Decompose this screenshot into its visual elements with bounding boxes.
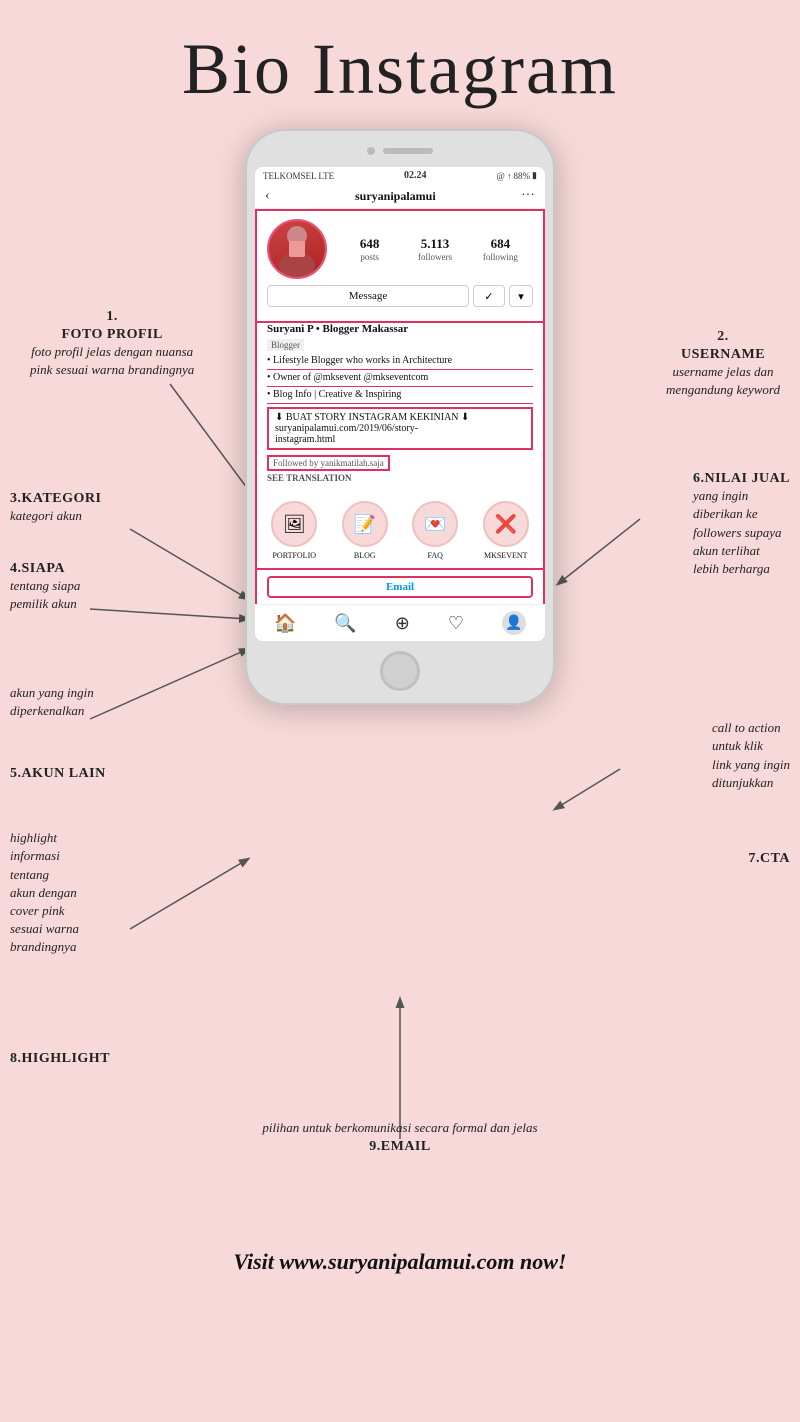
- highlight-faq-circle: 💌: [412, 501, 458, 547]
- bio-cta: ⬇ BUAT STORY INSTAGRAM KEKINIAN ⬇ suryan…: [267, 407, 533, 450]
- annotation-kategori: 3.KATEGORI kategori akun: [10, 489, 101, 525]
- bio-category: Blogger: [267, 339, 304, 351]
- avatar-svg: [269, 221, 325, 277]
- bio-section: Suryani P • Blogger Makassar Blogger • L…: [255, 323, 545, 493]
- annotation-highlight: 8.HIGHLIGHT: [10, 1049, 110, 1067]
- highlight-faq-label: FAQ: [428, 551, 443, 560]
- annotation-highlight-desc: highlight informasi tentang akun dengan …: [10, 829, 79, 956]
- status-time: 02.24: [404, 170, 427, 181]
- highlight-portfolio[interactable]: 🖼 PORTFOLIO: [271, 501, 317, 560]
- highlight-faq[interactable]: 💌 FAQ: [412, 501, 458, 560]
- follow-button[interactable]: ✓: [473, 285, 505, 307]
- back-icon[interactable]: ‹: [265, 188, 270, 204]
- highlights-row: 🖼 PORTFOLIO 📝 BLOG 💌 FAQ ❌: [263, 501, 537, 560]
- phone-outer: TELKOMSEL LTE 02.24 @ ↑ 88% ▮ ‹ suryanip…: [245, 129, 555, 705]
- highlight-blog[interactable]: 📝 BLOG: [342, 501, 388, 560]
- bio-line-3: • Blog Info | Creative & Inspiring: [267, 387, 533, 404]
- annotation-akun-lain: 5.AKUN LAIN: [10, 764, 106, 782]
- highlight-blog-label: BLOG: [354, 551, 376, 560]
- highlight-mksevent[interactable]: ❌ MKSEVENT: [483, 501, 529, 560]
- annotation-siapa: 4.SIAPA tentang siapa pemilik akun: [10, 559, 80, 613]
- nav-profile-icon[interactable]: 👤: [502, 611, 526, 635]
- annotation-akun-lain-desc: akun yang ingin diperkenalkan: [10, 684, 94, 720]
- stat-following: 684 following: [468, 236, 533, 262]
- stat-followers: 5.113 followers: [402, 236, 467, 262]
- follow-icon: ✓: [484, 290, 493, 303]
- nav-home-icon[interactable]: 🏠: [274, 613, 296, 634]
- profile-stats: 648 posts 5.113 followers 684 following: [337, 236, 533, 262]
- more-options-icon[interactable]: ···: [521, 188, 535, 204]
- stat-posts: 648 posts: [337, 236, 402, 262]
- phone-camera: [367, 147, 375, 155]
- profile-avatar: [267, 219, 327, 279]
- phone-screen: TELKOMSEL LTE 02.24 @ ↑ 88% ▮ ‹ suryanip…: [255, 167, 545, 641]
- status-battery: @ ↑ 88% ▮: [496, 170, 537, 181]
- annotation-nilai-jual: 6.NILAI JUAL yang ingin diberikan ke fol…: [693, 469, 790, 578]
- profile-actions: Message ✓ ▾: [267, 285, 533, 307]
- phone-top-bar: [255, 143, 545, 159]
- footer: Visit www.suryanipalamui.com now!: [0, 1229, 800, 1295]
- highlight-portfolio-label: PORTFOLIO: [272, 551, 316, 560]
- status-carrier: TELKOMSEL LTE: [263, 171, 334, 181]
- highlight-portfolio-circle: 🖼: [271, 501, 317, 547]
- annotation-foto-profil: 1.FOTO PROFIL foto profil jelas dengan n…: [30, 309, 194, 379]
- more-icon: ▾: [518, 290, 524, 303]
- highlight-mksevent-circle: ❌: [483, 501, 529, 547]
- bio-cta-text: ⬇ BUAT STORY INSTAGRAM KEKINIAN ⬇ suryan…: [275, 412, 525, 445]
- status-bar: TELKOMSEL LTE 02.24 @ ↑ 88% ▮: [255, 167, 545, 184]
- profile-username: suryanipalamui: [355, 189, 436, 204]
- annotation-email-desc: pilihan untuk berkomunikasi secara forma…: [262, 1119, 537, 1155]
- annotation-cta-desc: call to action untuk klik link yang ingi…: [712, 719, 790, 792]
- email-section: Email: [255, 570, 545, 604]
- profile-top: 648 posts 5.113 followers 684 following: [267, 219, 533, 279]
- nav-bar: ‹ suryanipalamui ···: [255, 184, 545, 209]
- avatar-image: [269, 221, 325, 277]
- nav-search-icon[interactable]: 🔍: [334, 613, 356, 634]
- highlights-section: 🖼 PORTFOLIO 📝 BLOG 💌 FAQ ❌: [255, 493, 545, 570]
- annotation-cta: 7.CTA: [748, 849, 790, 867]
- phone-home-button[interactable]: [380, 651, 420, 691]
- phone-speaker: [383, 148, 433, 154]
- bio-translate[interactable]: SEE TRANSLATION: [267, 473, 533, 483]
- bottom-nav: 🏠 🔍 ⊕ ♡ 👤: [255, 604, 545, 641]
- profile-section: 648 posts 5.113 followers 684 following: [255, 209, 545, 323]
- bio-line-1: • Lifestyle Blogger who works in Archite…: [267, 353, 533, 370]
- bio-line-2: • Owner of @mksevent @mkseventcom: [267, 370, 533, 387]
- battery-bar: ▮: [532, 170, 537, 181]
- more-button[interactable]: ▾: [509, 285, 533, 307]
- annotation-username: 2.USERNAME username jelas dan mengandung…: [666, 329, 780, 399]
- bio-followed: Followed by yanikmatilah.saja: [267, 455, 390, 471]
- nav-heart-icon[interactable]: ♡: [448, 613, 464, 634]
- bio-name: Suryani P • Blogger Makassar: [267, 323, 533, 335]
- email-button[interactable]: Email: [267, 576, 533, 598]
- highlight-blog-circle: 📝: [342, 501, 388, 547]
- highlight-mksevent-label: MKSEVENT: [484, 551, 528, 560]
- nav-add-icon[interactable]: ⊕: [395, 613, 410, 634]
- battery-icon: @ ↑: [496, 171, 511, 181]
- message-button[interactable]: Message: [267, 285, 469, 307]
- page-title: Bio Instagram: [0, 0, 800, 119]
- phone-mockup: TELKOMSEL LTE 02.24 @ ↑ 88% ▮ ‹ suryanip…: [245, 129, 555, 705]
- annotations-area: 1.FOTO PROFIL foto profil jelas dengan n…: [0, 129, 800, 1229]
